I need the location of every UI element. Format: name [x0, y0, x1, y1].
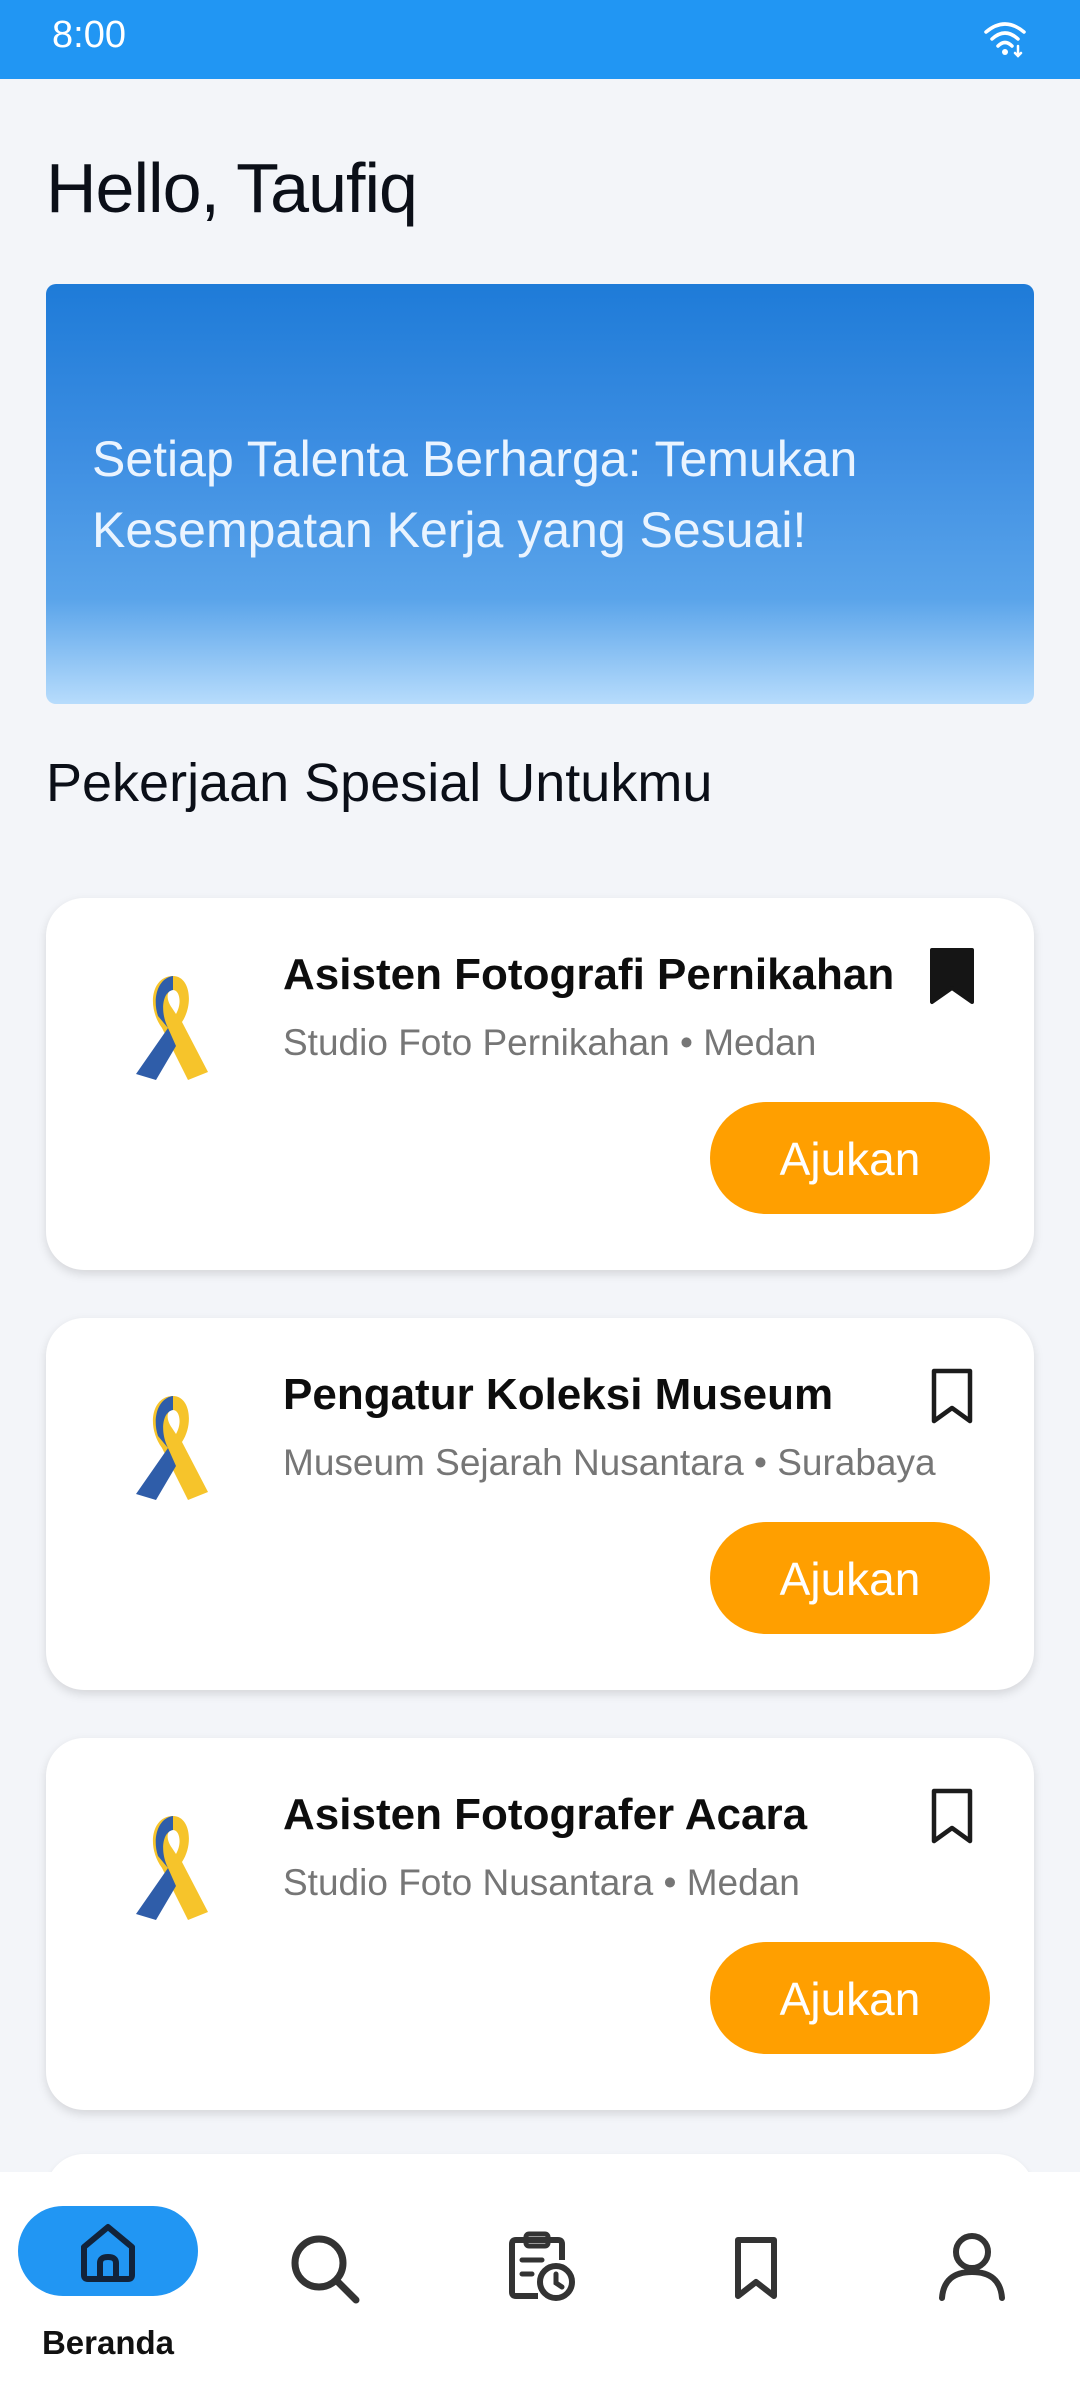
profile-icon — [939, 2233, 1005, 2301]
job-card[interactable]: Asisten Fotografi Pernikahan Studio Foto… — [46, 898, 1034, 1270]
status-bar: 8:00 — [0, 0, 1080, 79]
bottom-navigation: Beranda — [0, 2172, 1080, 2400]
job-card[interactable]: Pengatur Koleksi Museum Museum Sejarah N… — [46, 1318, 1034, 1690]
job-card[interactable]: Asisten Fotografer Acara Studio Foto Nus… — [46, 1738, 1034, 2110]
bookmark-filled-icon[interactable] — [926, 946, 978, 1006]
nav-item-profile[interactable] — [864, 2172, 1080, 2400]
apply-button[interactable]: Ajukan — [710, 1102, 990, 1214]
bookmark-icon — [735, 2237, 777, 2299]
bookmark-outline-icon[interactable] — [926, 1786, 978, 1846]
banner-text: Setiap Talenta Berharga: Temukan Kesempa… — [92, 431, 858, 558]
awareness-ribbon-icon — [136, 976, 208, 1080]
bookmark-outline-icon[interactable] — [926, 1366, 978, 1426]
status-time: 8:00 — [52, 14, 126, 56]
job-title: Asisten Fotografi Pernikahan — [283, 950, 895, 999]
job-company-location: Studio Foto Pernikahan • Medan — [283, 1022, 817, 1063]
job-company-location: Museum Sejarah Nusantara • Surabaya — [283, 1442, 936, 1483]
nav-item-search[interactable] — [216, 2172, 432, 2400]
clipboard-clock-icon — [509, 2231, 575, 2301]
promo-banner: Setiap Talenta Berharga: Temukan Kesempa… — [46, 284, 1034, 704]
apply-button[interactable]: Ajukan — [710, 1522, 990, 1634]
wifi-icon — [984, 22, 1026, 58]
job-title: Pengatur Koleksi Museum — [283, 1370, 834, 1419]
section-title: Pekerjaan Spesial Untukmu — [46, 753, 713, 813]
home-icon — [81, 2224, 135, 2282]
nav-label: Beranda — [41, 2324, 175, 2361]
job-title: Asisten Fotografer Acara — [283, 1790, 808, 1839]
job-company-location: Studio Foto Nusantara • Medan — [283, 1862, 800, 1903]
nav-item-beranda[interactable]: Beranda — [0, 2172, 216, 2400]
awareness-ribbon-icon — [136, 1396, 208, 1500]
search-icon — [291, 2235, 360, 2304]
greeting-title: Hello, Taufiq — [46, 149, 418, 227]
apply-button[interactable]: Ajukan — [710, 1942, 990, 2054]
nav-item-saved[interactable] — [648, 2172, 864, 2400]
awareness-ribbon-icon — [136, 1816, 208, 1920]
nav-item-applications[interactable] — [432, 2172, 648, 2400]
